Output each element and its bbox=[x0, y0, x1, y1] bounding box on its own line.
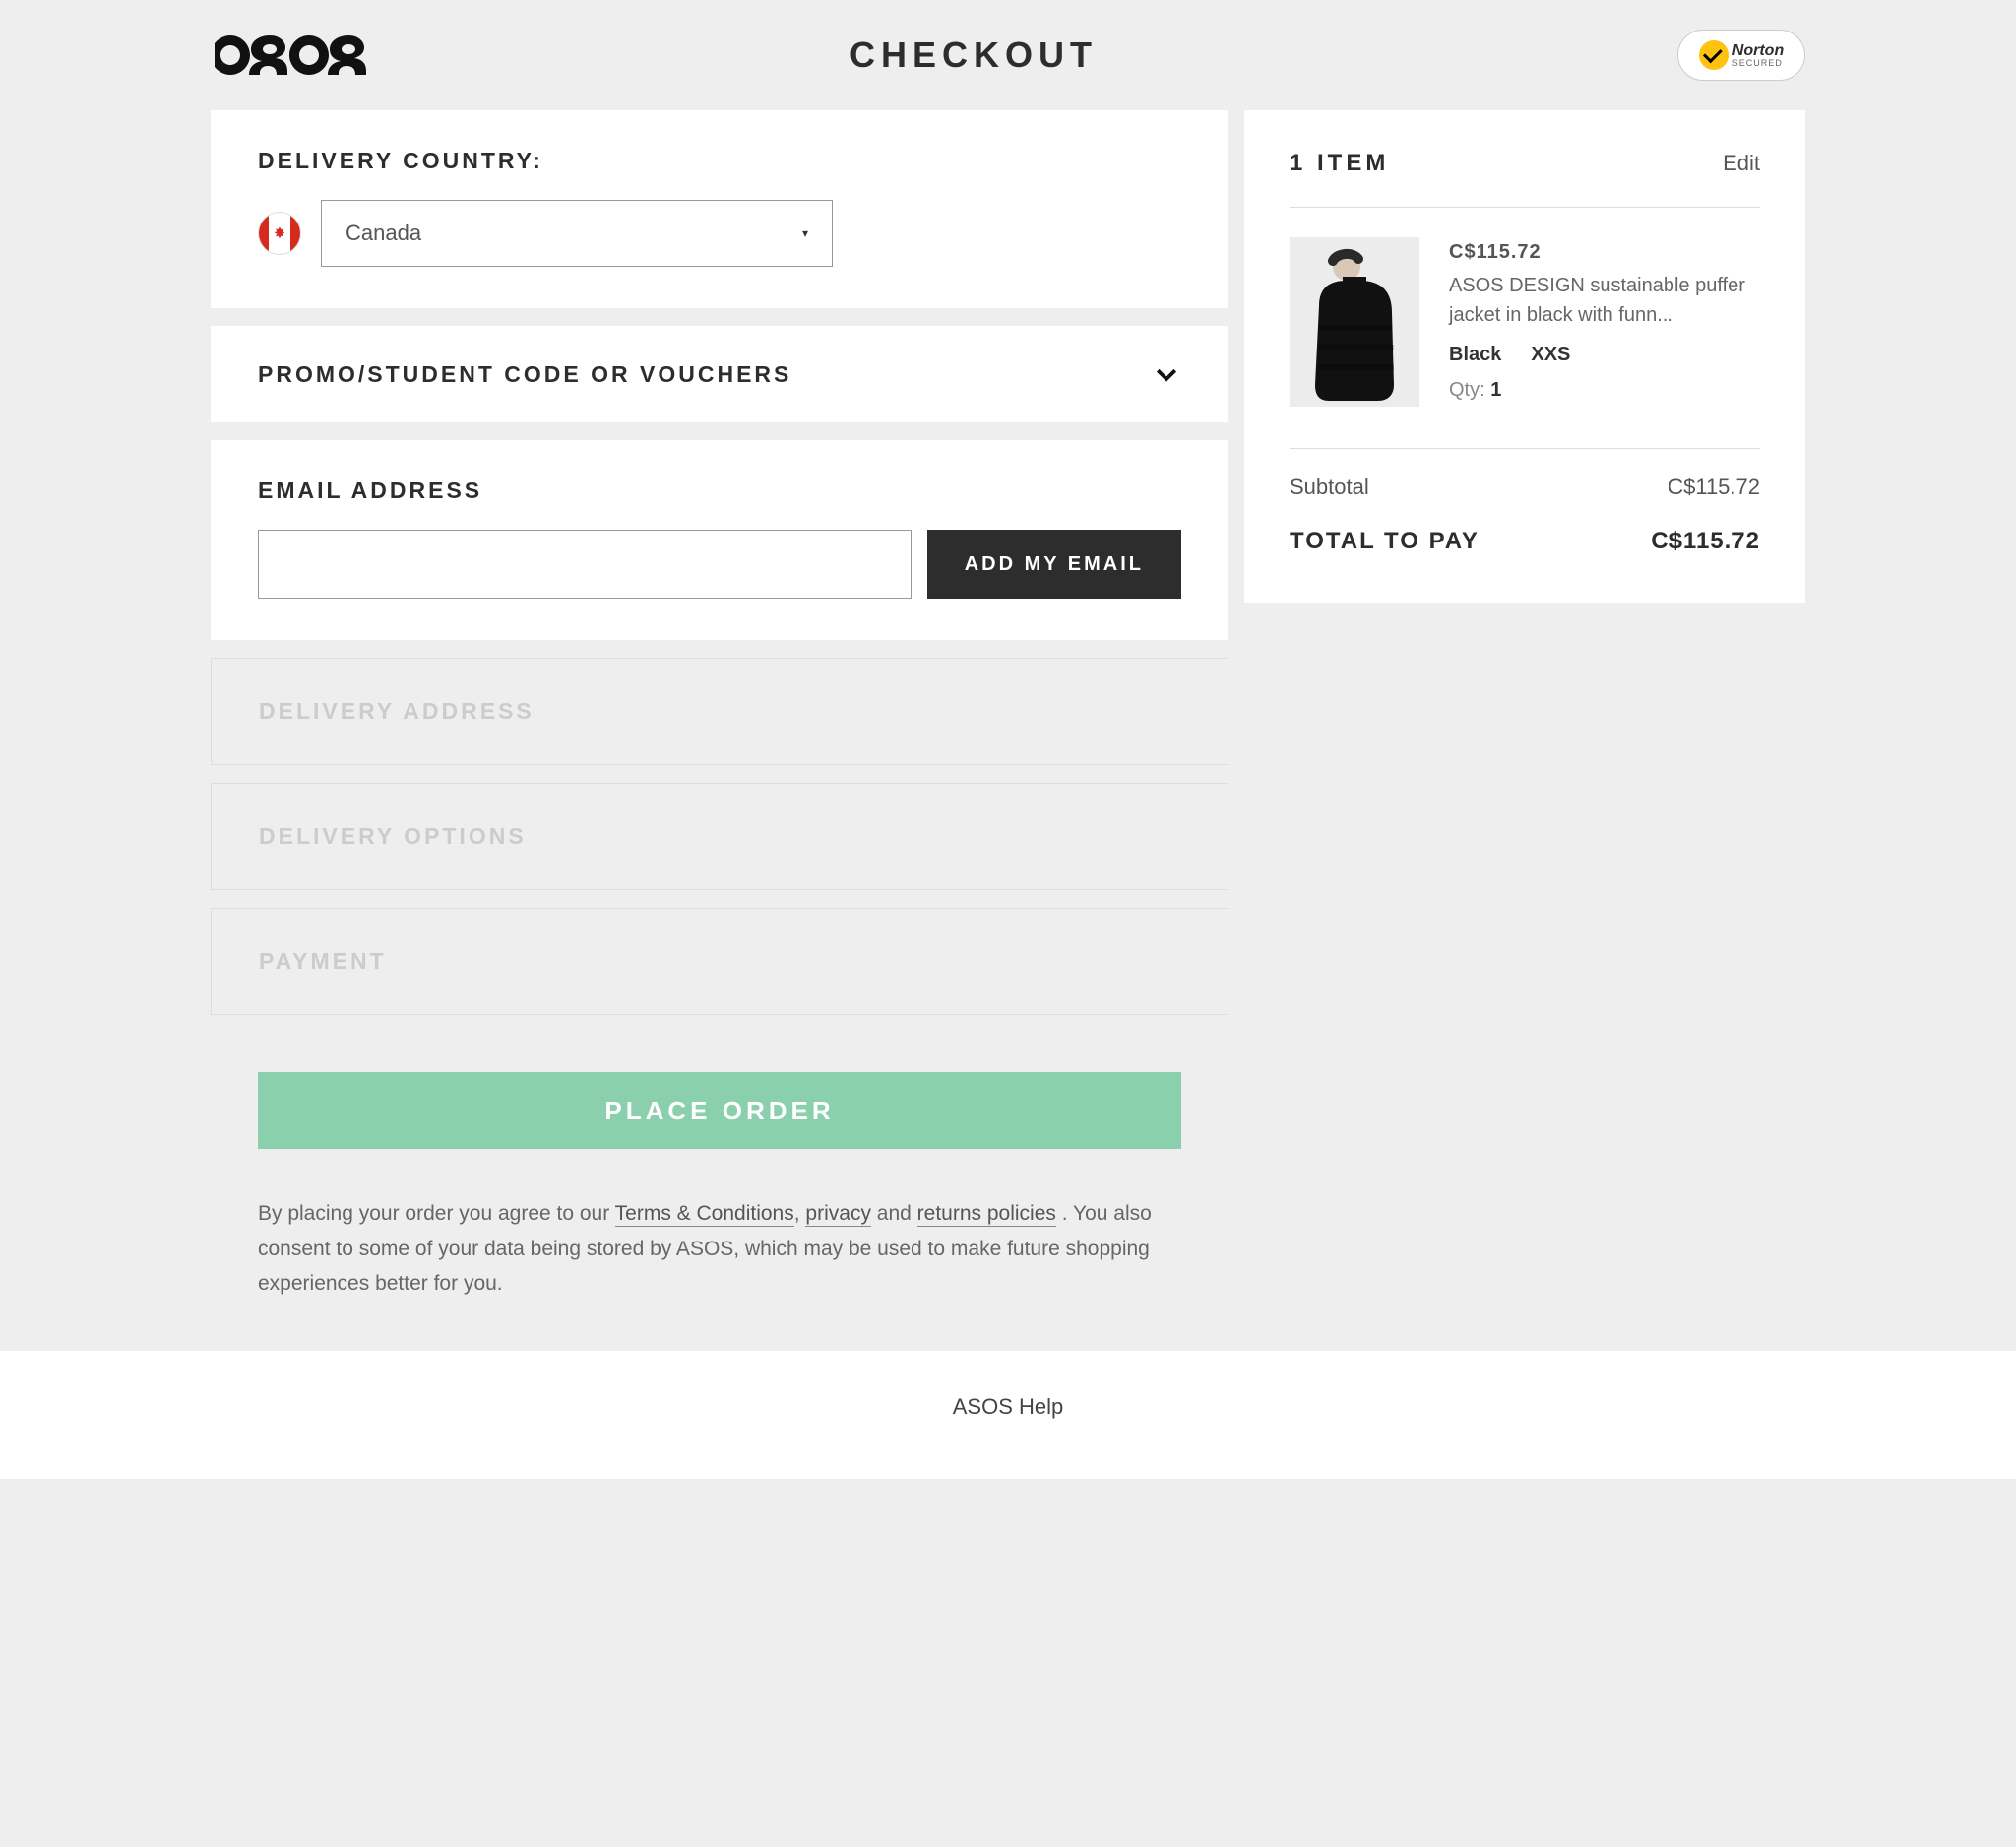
item-color: Black bbox=[1449, 340, 1501, 369]
checkmark-icon bbox=[1699, 40, 1729, 70]
delivery-country-label: DELIVERY COUNTRY: bbox=[258, 148, 1181, 174]
norton-sublabel: SECURED bbox=[1732, 59, 1784, 68]
email-label: EMAIL ADDRESS bbox=[258, 478, 1181, 504]
privacy-link[interactable]: privacy bbox=[805, 1202, 871, 1227]
delivery-address-label: DELIVERY ADDRESS bbox=[259, 698, 1180, 725]
payment-label: PAYMENT bbox=[259, 948, 1180, 975]
product-image bbox=[1290, 237, 1419, 407]
add-email-button[interactable]: ADD MY EMAIL bbox=[927, 530, 1181, 599]
norton-label: Norton bbox=[1732, 43, 1784, 59]
total-value: C$115.72 bbox=[1651, 528, 1760, 555]
canada-flag-icon bbox=[258, 212, 301, 255]
item-name: ASOS DESIGN sustainable puffer jacket in… bbox=[1449, 271, 1760, 330]
chevron-down-icon: ▾ bbox=[802, 226, 808, 240]
delivery-options-section-disabled: DELIVERY OPTIONS bbox=[211, 783, 1228, 890]
edit-cart-link[interactable]: Edit bbox=[1723, 151, 1760, 176]
promo-label: PROMO/STUDENT CODE OR VOUCHERS bbox=[258, 361, 791, 388]
delivery-address-section-disabled: DELIVERY ADDRESS bbox=[211, 658, 1228, 765]
country-select[interactable]: Canada ▾ bbox=[321, 200, 833, 267]
promo-code-toggle[interactable]: PROMO/STUDENT CODE OR VOUCHERS bbox=[211, 326, 1228, 422]
qty-value: 1 bbox=[1490, 379, 1501, 401]
delivery-country-section: DELIVERY COUNTRY: Canada ▾ bbox=[211, 110, 1228, 308]
chevron-down-icon bbox=[1152, 359, 1181, 389]
item-size: XXS bbox=[1531, 340, 1570, 369]
subtotal-value: C$115.72 bbox=[1668, 475, 1760, 500]
email-input[interactable] bbox=[258, 530, 912, 599]
payment-section-disabled: PAYMENT bbox=[211, 908, 1228, 1015]
item-count: 1 ITEM bbox=[1290, 150, 1389, 177]
country-selected-value: Canada bbox=[346, 221, 421, 246]
item-price: C$115.72 bbox=[1449, 237, 1760, 267]
footer-help-link[interactable]: ASOS Help bbox=[953, 1394, 1064, 1419]
subtotal-label: Subtotal bbox=[1290, 475, 1369, 500]
terms-link[interactable]: Terms & Conditions bbox=[615, 1202, 794, 1227]
legal-text: By placing your order you agree to our T… bbox=[211, 1167, 1228, 1302]
delivery-options-label: DELIVERY OPTIONS bbox=[259, 823, 1180, 850]
page-title: CHECKOUT bbox=[270, 34, 1677, 76]
email-section: EMAIL ADDRESS ADD MY EMAIL bbox=[211, 440, 1228, 640]
norton-secured-badge: Norton SECURED bbox=[1677, 30, 1805, 81]
cart-item: C$115.72 ASOS DESIGN sustainable puffer … bbox=[1290, 208, 1760, 448]
returns-link[interactable]: returns policies bbox=[917, 1202, 1056, 1227]
qty-label: Qty: bbox=[1449, 379, 1485, 401]
total-label: TOTAL TO PAY bbox=[1290, 528, 1480, 555]
order-summary: 1 ITEM Edit C$115.72 bbox=[1244, 110, 1805, 603]
place-order-button[interactable]: PLACE ORDER bbox=[258, 1072, 1181, 1149]
